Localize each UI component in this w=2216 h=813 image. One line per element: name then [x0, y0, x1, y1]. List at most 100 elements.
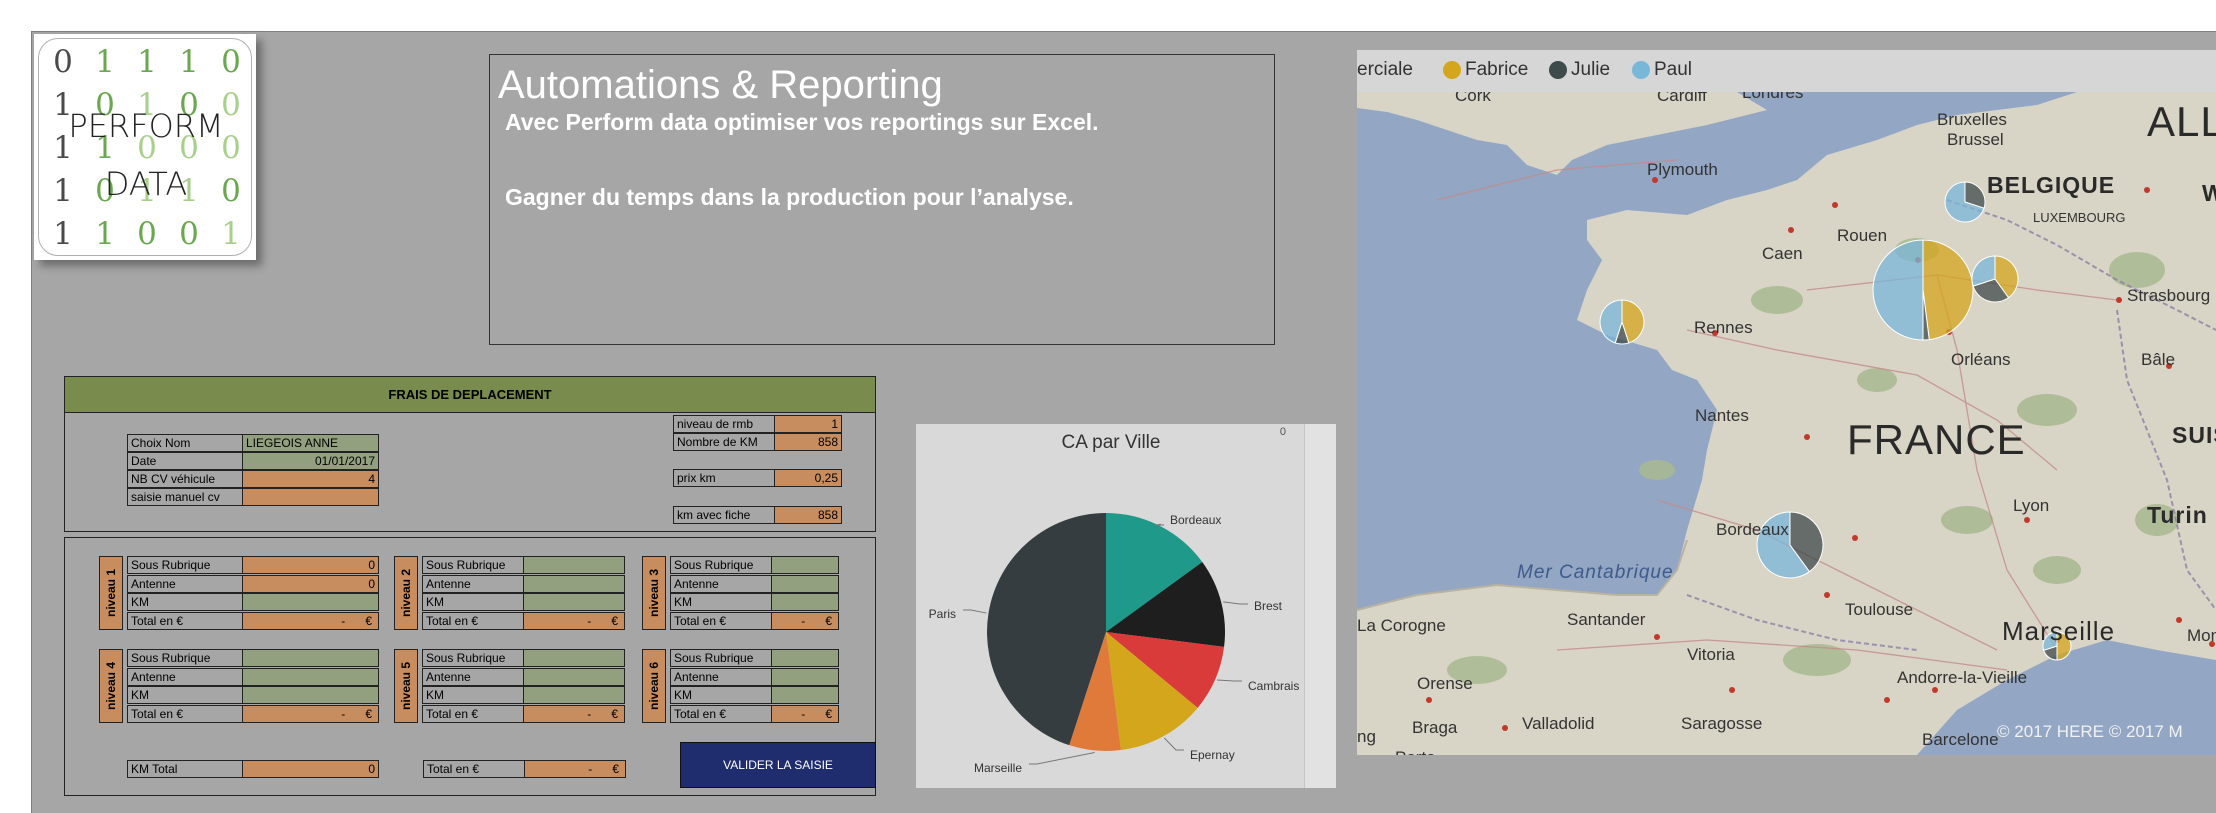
pie-label-paris: Paris — [929, 607, 956, 621]
km-total-value: 0 — [242, 760, 379, 778]
level-4-sous-rubrique-label: Sous Rubrique — [127, 649, 243, 667]
map-label-ng: ng — [1357, 727, 1376, 746]
map-bubble-paris-slice[interactable] — [1922, 239, 1974, 341]
level-5-antenne-value[interactable] — [523, 667, 625, 686]
valider-la-saisie-button[interactable]: VALIDER LA SAISIE — [680, 742, 876, 788]
level-4-antenne-label: Antenne — [127, 667, 243, 686]
level-4-total-spacer — [345, 707, 365, 721]
pie-leader-brest — [1223, 601, 1248, 605]
map-label-barcelone: Barcelone — [1922, 730, 1999, 749]
choix-nom-select[interactable]: LIEGEOIS ANNE — [242, 434, 379, 452]
prix-km-label: prix km — [673, 469, 775, 487]
level-5-km-label: KM — [422, 686, 524, 704]
prix-km-value: 0,25 — [774, 469, 842, 487]
level-2-sous-rubrique-value[interactable] — [523, 556, 625, 574]
level-6-total-label: Total en € — [670, 704, 772, 723]
level-3-total-value: - € — [771, 611, 839, 630]
total-euro-label: Total en € — [423, 760, 525, 778]
logo-word-perform: PERFORM — [68, 107, 224, 145]
level-4-sous-rubrique-value[interactable] — [242, 649, 379, 667]
map-label-monaco: Monaco — [2187, 626, 2216, 645]
map-label-w: W — [2202, 180, 2216, 206]
map-label-marseille: Marseille — [2002, 616, 2116, 646]
level-1-total-currency: € — [365, 613, 372, 628]
level-5-tag: niveau 5 — [394, 649, 418, 723]
level-1-name: niveau 1 — [104, 568, 118, 618]
legend-swatch-fabrice — [1443, 61, 1461, 79]
level-2-km-value[interactable] — [523, 593, 625, 611]
level-2-km-label: KM — [422, 593, 524, 611]
saisie-manuel-cv-field[interactable] — [242, 488, 379, 506]
legend-partial-label: erciale — [1357, 59, 1413, 80]
nombre-km-label: Nombre de KM — [673, 433, 775, 451]
niveau-rmb-label: niveau de rmb — [673, 415, 775, 433]
date-label: Date — [127, 452, 243, 470]
level-5-km-value[interactable] — [523, 686, 625, 704]
level-1-sous-rubrique-value[interactable]: 0 — [242, 556, 379, 574]
legend-item-julie[interactable]: Julie — [1549, 59, 1610, 81]
map-label-nantes: Nantes — [1695, 406, 1749, 425]
level-1-antenne-value[interactable]: 0 — [242, 574, 379, 593]
level-6-km-value[interactable] — [771, 686, 839, 704]
level-4-km-value[interactable] — [242, 686, 379, 704]
map-label-bordeaux: Bordeaux — [1716, 520, 1789, 539]
intro-line-1: Avec Perform data optimiser vos reportin… — [505, 109, 1099, 135]
level-5-total-spacer — [591, 707, 611, 721]
date-field[interactable]: 01/01/2017 — [242, 452, 379, 470]
level-4-antenne-value[interactable] — [242, 667, 379, 686]
level-3-sous-rubrique-label: Sous Rubrique — [670, 556, 772, 574]
logo-frame: 01110 10100 11000 10110 11001 PERFORM DA… — [38, 38, 252, 256]
map-label-porto: Porto — [1395, 748, 1436, 755]
pie-label-bordeaux: Bordeaux — [1170, 513, 1221, 527]
map-label-rennes: Rennes — [1694, 318, 1753, 337]
logo-binary-digits: 01110 10100 11000 10110 11001 — [47, 41, 247, 255]
logo-word-data: DATA — [104, 165, 188, 203]
intro-line-2: Gagner du temps dans la production pour … — [505, 184, 1074, 210]
map-label-mer: Mer Cantabrique — [1517, 562, 1674, 583]
map-label-valladolid: Valladolid — [1522, 714, 1595, 733]
map-label-orense: Orense — [1417, 674, 1473, 693]
map-label-corogne: La Corogne — [1357, 616, 1446, 635]
level-2-antenne-value[interactable] — [523, 574, 625, 593]
level-5-total-value: - € — [523, 704, 625, 723]
map-label-toulouse: Toulouse — [1845, 600, 1914, 619]
map-label-bruxelles: Bruxelles — [1937, 110, 2007, 129]
level-3-sous-rubrique-value[interactable] — [771, 556, 839, 574]
level-6-total-currency: € — [825, 706, 832, 721]
legend-item-paul[interactable]: Paul — [1632, 59, 1692, 81]
level-1-km-value[interactable] — [242, 593, 379, 611]
pie-label-cambrais: Cambrais — [1248, 679, 1299, 693]
level-5-antenne-label: Antenne — [422, 667, 524, 686]
saisie-manuel-cv-label: saisie manuel cv — [127, 488, 243, 506]
level-3-antenne-value[interactable] — [771, 574, 839, 593]
map-label-lyon: Lyon — [2013, 496, 2050, 515]
map-label-orleans: Orléans — [1951, 350, 2011, 369]
level-2-antenne-label: Antenne — [422, 574, 524, 593]
level-5-total-currency: € — [611, 706, 618, 721]
level-5-sous-rubrique-value[interactable] — [523, 649, 625, 667]
level-6-sous-rubrique-value[interactable] — [771, 649, 839, 667]
map-label-rouen: Rouen — [1837, 226, 1888, 245]
level-3-tag: niveau 3 — [642, 556, 666, 630]
level-6-antenne-value[interactable] — [771, 667, 839, 686]
level-1-total-spacer — [345, 614, 365, 628]
total-euro-amount: - — [588, 762, 593, 776]
km-total-label: KM Total — [127, 760, 243, 778]
intro-text-box[interactable]: Automations & Reporting Avec Perform dat… — [489, 54, 1275, 345]
level-1-total-value: - € — [242, 611, 379, 630]
map-bubble-paris-slice[interactable] — [1872, 239, 1924, 341]
map-label-belgique: BELGIQUE — [1987, 172, 2116, 198]
level-3-total-spacer — [805, 614, 825, 628]
chart-scroll-strip[interactable] — [1304, 424, 1336, 788]
niveau-rmb-value: 1 — [774, 415, 842, 433]
france-map[interactable]: Cork Cardiff Londres Bruxelles Brussel ALL Ply… — [1357, 50, 2216, 755]
level-3-antenne-label: Antenne — [670, 574, 772, 593]
level-3-km-value[interactable] — [771, 593, 839, 611]
pie-leader-cambrais — [1217, 679, 1242, 682]
map-label-saragosse: Saragosse — [1681, 714, 1763, 733]
pie-leader-epernay — [1163, 737, 1184, 751]
ca-par-ville-chart[interactable]: 0 CA par Ville Bordeaux Brest Cambrais Eper… — [916, 424, 1336, 788]
form-header: FRAIS DE DEPLACEMENT — [65, 377, 875, 413]
legend-item-fabrice[interactable]: Fabrice — [1443, 59, 1528, 81]
map-label-strasbourg: Strasbourg — [2127, 286, 2211, 305]
